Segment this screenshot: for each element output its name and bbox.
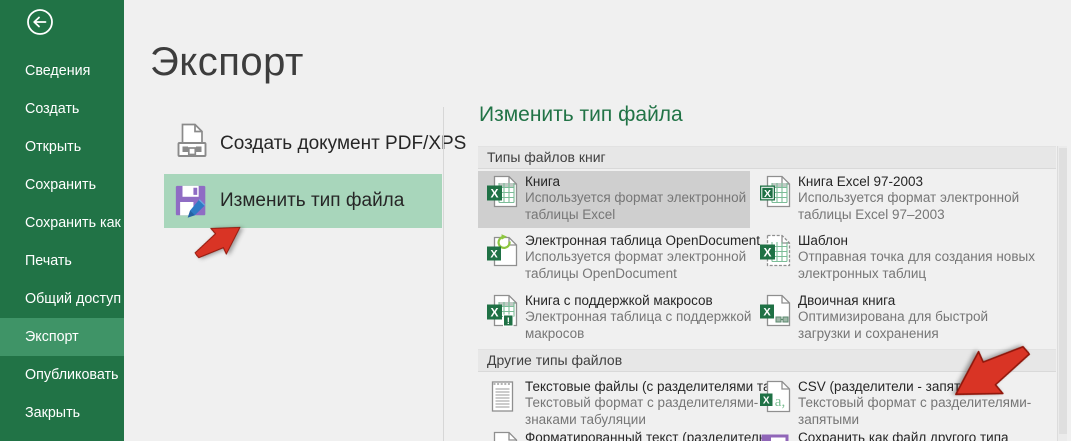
panel-divider — [443, 107, 444, 441]
sidebar-item-publish[interactable]: Опубликовать — [0, 356, 124, 394]
filetype-desc: Текстовый формат с разделителями-запятым… — [798, 395, 1038, 428]
filetype-desc: Используется формат электронной таблицы … — [798, 190, 1038, 223]
excel-workbook-icon: X — [486, 175, 519, 208]
svg-text:X: X — [490, 186, 498, 200]
opendocument-spreadsheet-icon: X — [486, 234, 519, 267]
filetype-title: Книга Excel 97-2003 — [798, 174, 1042, 190]
filetype-title: Книга с поддержкой макросов — [525, 293, 769, 309]
filetype-desc: Текстовый формат с разделителями-знаками… — [525, 395, 765, 428]
filetype-macro-workbook[interactable]: X ! Книга с поддержкой макросов Электрон… — [478, 290, 750, 347]
backstage-nav: Сведения Создать Открыть Сохранить Сохра… — [0, 52, 124, 432]
sidebar-item-print[interactable]: Печать — [0, 242, 124, 280]
save-as-floppy-pencil-icon — [173, 183, 211, 221]
filetype-title: Электронная таблица OpenDocument — [525, 233, 769, 249]
svg-text:a,: a, — [775, 394, 785, 410]
filetype-desc: Оптимизирована для быстрой загрузки и со… — [798, 309, 1038, 342]
section-other-file-types: Другие типы файлов — [478, 349, 1056, 372]
svg-text:X: X — [763, 395, 770, 406]
create-pdf-xps-label: Создать документ PDF/XPS — [220, 133, 466, 155]
sidebar-item-info[interactable]: Сведения — [0, 52, 124, 90]
formatted-text-icon — [486, 431, 519, 441]
section-header: Другие типы файлов — [478, 350, 1056, 371]
section-workbook-file-types: Типы файлов книг — [478, 146, 1056, 169]
svg-text:X: X — [763, 306, 771, 318]
filetype-title: CSV (разделители - запятые) — [798, 379, 1042, 395]
filetype-save-other[interactable]: Сохранить как файл другого типа — [751, 427, 1023, 441]
excel-backstage-export: Сведения Создать Открыть Сохранить Сохра… — [0, 0, 1071, 441]
filetype-workbook[interactable]: X Книга Используется формат электронной … — [478, 171, 750, 228]
panel-scrollbar[interactable] — [1057, 146, 1067, 441]
excel-97-2003-icon: X — [759, 175, 792, 208]
sidebar-item-save[interactable]: Сохранить — [0, 166, 124, 204]
svg-text:X: X — [490, 305, 498, 319]
sidebar-item-new[interactable]: Создать — [0, 90, 124, 128]
filetype-excel-97-2003[interactable]: X Книга Excel 97-2003 Используется форма… — [751, 171, 1023, 228]
backstage-sidebar: Сведения Создать Открыть Сохранить Сохра… — [0, 0, 124, 441]
filetype-title: Форматированный текст (разделитель... — [525, 430, 769, 441]
filetype-template[interactable]: X Шаблон Отправная точка для создания но… — [751, 230, 1023, 287]
filetype-formatted-text[interactable]: Форматированный текст (разделитель... — [478, 427, 750, 441]
page-title: Экспорт — [150, 40, 304, 85]
binary-workbook-icon: X — [759, 294, 792, 327]
svg-text:!: ! — [507, 316, 510, 327]
scrollbar-thumb[interactable] — [1059, 148, 1067, 434]
change-file-type-label: Изменить тип файла — [220, 190, 404, 212]
back-arrow-icon — [26, 8, 54, 36]
filetype-title: Двоичная книга — [798, 293, 1042, 309]
change-file-type-option[interactable]: Изменить тип файла — [164, 174, 442, 228]
text-file-icon — [486, 380, 519, 413]
filetype-binary-workbook[interactable]: X Двоичная книга Оптимизирована для быст… — [751, 290, 1023, 347]
filetype-text-files[interactable]: Текстовые файлы (с разделителями та... Т… — [478, 376, 750, 433]
sidebar-item-export[interactable]: Экспорт — [0, 318, 124, 356]
svg-text:X: X — [764, 188, 771, 200]
csv-file-icon: X a, — [759, 380, 792, 413]
filetype-opendocument[interactable]: X Электронная таблица OpenDocument Испол… — [478, 230, 750, 287]
panel-heading: Изменить тип файла — [479, 103, 683, 127]
filetype-title: Шаблон — [798, 233, 1042, 249]
excel-template-icon: X — [759, 234, 792, 267]
filetype-csv[interactable]: X a, CSV (разделители - запятые) Текстов… — [751, 376, 1023, 433]
filetype-title: Текстовые файлы (с разделителями та... — [525, 379, 769, 395]
sidebar-item-save-as[interactable]: Сохранить как — [0, 204, 124, 242]
section-header: Типы файлов книг — [478, 147, 1056, 168]
filetype-desc: Электронная таблица с поддержкой макросо… — [525, 309, 765, 342]
back-button[interactable] — [26, 8, 54, 36]
filetype-desc: Используется формат электронной таблицы … — [525, 249, 765, 282]
filetype-desc: Отправная точка для создания новых элект… — [798, 249, 1038, 282]
filetype-desc: Используется формат электронной таблицы … — [525, 190, 765, 223]
filetype-title: Книга — [525, 174, 769, 190]
sidebar-item-open[interactable]: Открыть — [0, 128, 124, 166]
sidebar-item-close[interactable]: Закрыть — [0, 394, 124, 432]
filetype-title: Сохранить как файл другого типа — [798, 430, 1042, 441]
pdf-xps-document-icon — [173, 123, 211, 163]
macro-workbook-icon: X ! — [486, 294, 519, 327]
sidebar-item-share[interactable]: Общий доступ — [0, 280, 124, 318]
create-pdf-xps-option[interactable]: Создать документ PDF/XPS — [164, 116, 442, 172]
svg-text:X: X — [490, 248, 498, 260]
svg-text:X: X — [763, 245, 771, 259]
save-other-type-icon — [759, 431, 792, 441]
